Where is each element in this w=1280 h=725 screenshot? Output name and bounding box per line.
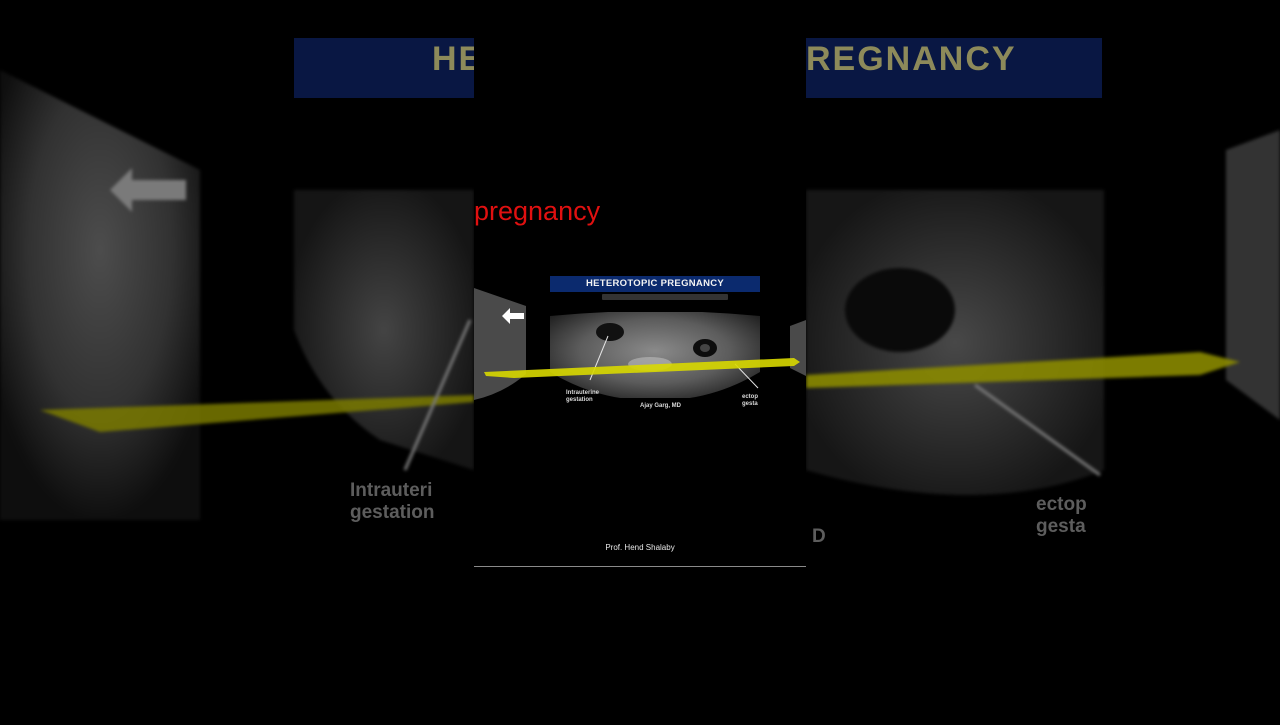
label-intrauterine-line2: gestation [566, 397, 593, 403]
label-ectopic-line1: ectop [742, 394, 759, 400]
slide-watermark-bar [602, 294, 728, 300]
background-label-left: Intrauteri gestation [350, 480, 434, 524]
slide-heading: pregnancy [474, 196, 601, 226]
slide-banner: HETEROTOPIC PREGNANCY [550, 276, 760, 292]
label-intrauterine: Intrauterine gestation [566, 390, 599, 404]
background-label-left-line2: gestation [350, 502, 435, 523]
background-label-left-line1: Intrauteri [350, 480, 433, 501]
slide-author: Ajay Garg, MD [640, 403, 682, 409]
background-label-right: ectop gesta [1036, 494, 1087, 538]
footer-divider [474, 566, 806, 567]
label-ectopic: ectop gesta [742, 394, 758, 408]
label-ectopic-line2: gesta [742, 401, 758, 407]
label-intrauterine-line1: Intrauterine [566, 390, 600, 396]
partial-ultrasound-left [474, 288, 526, 400]
presenter-credit: Prof. Hend Shalaby [605, 543, 675, 552]
highlight-stroke [484, 358, 800, 378]
slide-thumbnail: HETEROTOPIC PREGNANCY Intrauterine gesta… [550, 276, 760, 416]
background-label-author: D [812, 526, 826, 547]
background-label-right-line1: ectop [1036, 494, 1087, 515]
video-frame: pregnancy HETEROTOPIC PREGNANCY Intraute… [474, 0, 806, 720]
background-label-right-line2: gesta [1036, 516, 1086, 537]
background-title-right: REGNANCY [806, 40, 1017, 78]
